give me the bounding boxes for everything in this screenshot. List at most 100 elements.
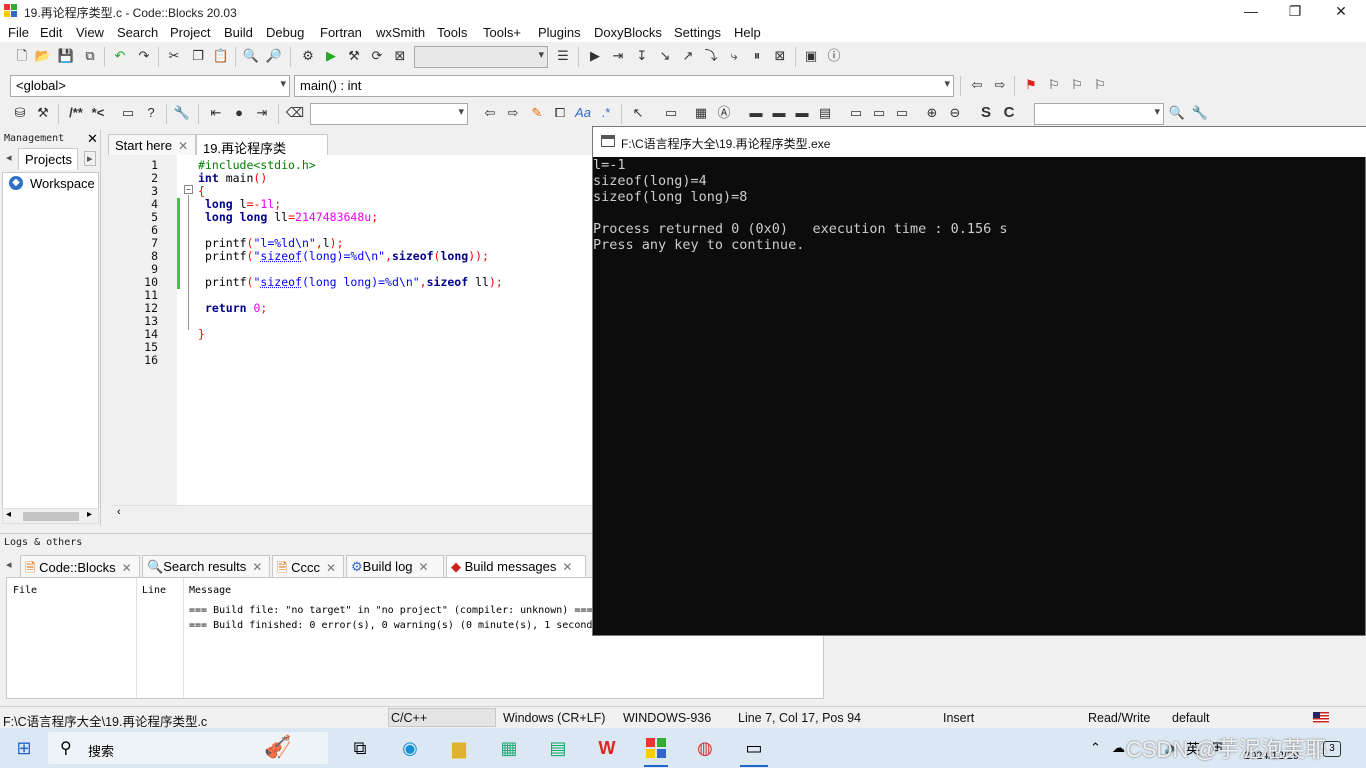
code-editor[interactable] [111,155,592,505]
prev-bookmark-icon[interactable]: ⚐ [1044,75,1064,95]
tab-search-results[interactable]: 🔍Search results ✕ [142,555,270,577]
incremental-search-icon[interactable]: ⌫ [285,103,305,123]
wx-row2-icon[interactable]: ▬ [769,103,789,123]
scope-combo[interactable]: <global> ▾ [10,75,290,97]
settings-wrench-icon[interactable]: 🔧 [1190,103,1210,123]
wx-box2-icon[interactable]: ▭ [869,103,889,123]
step-into-icon[interactable]: ↘ [655,46,675,66]
pause-icon[interactable]: ⏸ [747,46,767,66]
column-header-message[interactable]: Message [189,585,231,596]
minimize-button[interactable]: — [1228,0,1274,23]
abort-icon[interactable]: ⊠ [390,46,410,66]
tab-build-messages[interactable]: ◆ Build messages ✕ [446,555,586,577]
step-into-instruction-icon[interactable]: ⤷ [724,46,744,66]
menu-edit[interactable]: Edit [40,25,62,40]
column-header-file[interactable]: File [13,585,37,596]
menu-search[interactable]: Search [117,25,158,40]
wx-text-icon[interactable]: Ⓐ [714,103,734,123]
undo-icon[interactable]: ↶ [110,46,130,66]
workspace-node[interactable]: Workspace [30,176,95,191]
zoom-in-icon[interactable]: ⊕ [922,103,942,123]
tab-source-file[interactable]: 19.再论程序类型.c✕ [196,134,328,175]
wx-row4-icon[interactable]: ▤ [815,103,835,123]
network-icon[interactable]: ☁ [1112,740,1125,756]
close-icon[interactable]: ✕ [122,561,132,575]
doxy-run-icon[interactable]: ⚒ [33,103,53,123]
run-to-cursor-icon[interactable]: ⇥ [608,46,628,66]
build-gear-icon[interactable]: ⚙ [298,46,318,66]
menu-fortran[interactable]: Fortran [320,25,362,40]
uncomment-button[interactable]: *< [88,103,108,123]
highlight-icon[interactable]: ✎ [527,103,547,123]
close-window-button[interactable]: ✕ [1318,0,1364,23]
menu-view[interactable]: View [76,25,104,40]
console-window[interactable]: F:\C语言程序大全\19.再论程序类型.exe l=-1 sizeof(long… [592,126,1366,636]
close-icon[interactable]: ✕ [252,560,262,574]
edge-browser-icon[interactable]: ◉ [395,734,425,762]
paste-icon[interactable]: 📋 [211,46,231,66]
find-icon[interactable]: 🔍 [241,46,261,66]
next-bookmark-icon[interactable]: ⚐ [1067,75,1087,95]
redo-icon[interactable]: ↷ [134,46,154,66]
new-file-icon[interactable]: 🗋 [12,46,32,66]
tab-scroll-left-icon[interactable]: ◂ [6,558,12,571]
close-icon[interactable]: ✕ [419,560,429,574]
scroll-right-icon[interactable]: ▸ [87,509,92,520]
bookmark-dot-icon[interactable]: ● [229,103,249,123]
taskbar-search-box[interactable]: ⚲ 搜索 🎻 [48,732,328,764]
function-combo[interactable]: main() : int ▾ [294,75,954,97]
next-line-icon[interactable]: ↧ [632,46,652,66]
step-out-icon[interactable]: ↗ [678,46,698,66]
pointer-icon[interactable]: ↖ [628,103,648,123]
jump-back-icon[interactable]: ⇦ [967,75,987,95]
search-prev-icon[interactable]: ⇦ [480,103,500,123]
symbol-combo[interactable]: ▾ [1034,103,1164,125]
console-taskbar-icon[interactable]: ▭ [739,734,769,762]
tab-projects[interactable]: Projects [18,148,78,170]
match-case-icon[interactable]: ⧠ [550,103,570,123]
scroll-thumb[interactable] [23,512,79,521]
menu-wxsmith[interactable]: wxSmith [376,25,425,40]
stop-debugger-icon[interactable]: ⊠ [770,46,790,66]
notification-badge[interactable]: 3 [1323,741,1341,757]
rebuild-icon[interactable]: ⟳ [367,46,387,66]
tab-cccc[interactable]: 🗎 Cccc ✕ [272,555,344,577]
menu-help[interactable]: Help [734,25,761,40]
tab-build-log[interactable]: ⚙Build log ✕ [346,555,444,577]
menu-file[interactable]: File [8,25,29,40]
file-explorer-icon[interactable]: ▆ [444,734,474,762]
wx-row3-icon[interactable]: ▬ [792,103,812,123]
menu-tools-plus[interactable]: Tools+ [483,25,521,40]
menu-project[interactable]: Project [170,25,210,40]
wx-box3-icon[interactable]: ▭ [892,103,912,123]
symbol-c-button[interactable]: C [999,103,1019,123]
debug-run-icon[interactable]: ▶ [585,46,605,66]
save-icon[interactable]: 💾 [56,46,76,66]
match-text-icon[interactable]: Aa [573,103,593,123]
clear-bookmarks-icon[interactable]: ⚐ [1090,75,1110,95]
next-instruction-icon[interactable]: ⤵ [701,46,721,66]
menu-settings[interactable]: Settings [674,25,721,40]
symbol-s-button[interactable]: S [976,103,996,123]
comment-block-button[interactable]: /** [64,103,88,123]
editor-hscrollbar[interactable]: ‹ [111,505,592,522]
copy-icon[interactable]: ❐ [188,46,208,66]
build-target-combo[interactable]: ▾ [414,46,548,68]
toggle-bookmark-icon[interactable]: ⚑ [1021,75,1041,95]
windows-start-icon[interactable]: ⊞ [9,734,39,762]
jump-forward-icon[interactable]: ⇨ [990,75,1010,95]
menu-plugins[interactable]: Plugins [538,25,581,40]
fold-toggle-icon[interactable]: − [184,185,193,194]
jump-prev-change-icon[interactable]: ⇤ [206,103,226,123]
tab-start-here[interactable]: Start here ✕ [108,134,196,155]
tray-chevron-up-icon[interactable]: ⌃ [1090,740,1101,756]
scroll-left-icon[interactable]: ◂ [6,509,11,520]
menu-doxyblocks[interactable]: DoxyBlocks [594,25,662,40]
search-symbol-icon[interactable]: 🔍 [1167,103,1187,123]
close-icon[interactable]: ✕ [178,139,188,153]
wx-grid-icon[interactable]: ▦ [691,103,711,123]
replace-icon[interactable]: 🔎 [264,46,284,66]
column-header-line[interactable]: Line [142,585,166,596]
doxy-config-icon[interactable]: ⛁ [10,103,30,123]
debugging-windows-icon[interactable]: ▣ [801,46,821,66]
